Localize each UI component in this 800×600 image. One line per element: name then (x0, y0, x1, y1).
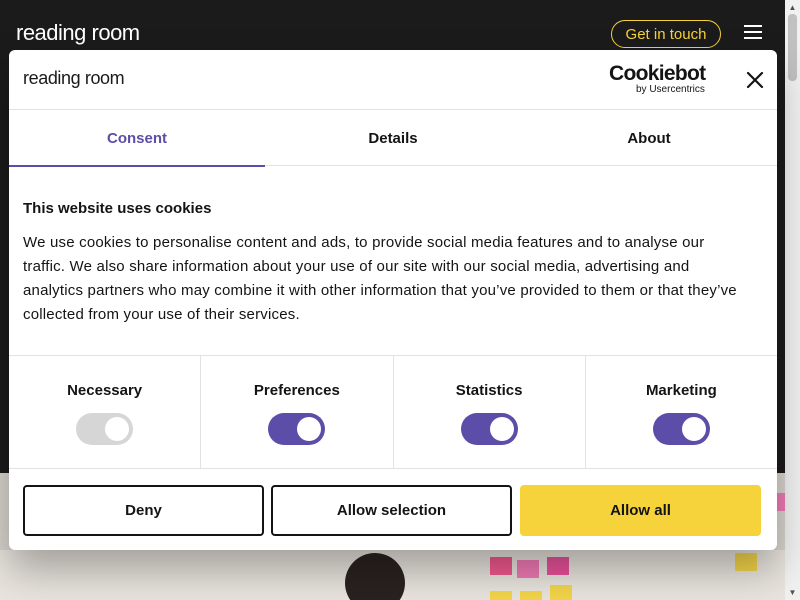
statistics-toggle[interactable] (460, 413, 518, 445)
consent-tabs: Consent Details About (9, 110, 777, 167)
cookiebot-logo[interactable]: Cookiebot by Usercentrics (609, 62, 713, 96)
site-logo[interactable]: reading room (16, 20, 140, 46)
dialog-header: reading room Cookiebot by Usercentrics (9, 50, 777, 110)
toggle-label-marketing: Marketing (645, 382, 717, 399)
hamburger-menu-icon[interactable] (744, 25, 762, 41)
allow-all-button[interactable]: Allow all (520, 485, 761, 536)
deny-button[interactable]: Deny (23, 485, 264, 536)
hero-person (345, 553, 405, 600)
consent-body: This website uses cookies We use cookies… (23, 200, 743, 327)
cookie-consent-dialog: reading room Cookiebot by Usercentrics C… (9, 50, 777, 550)
page-scrollbar[interactable]: ▲ ▼ (785, 0, 800, 600)
scroll-up-arrow-icon[interactable]: ▲ (788, 3, 797, 12)
toggle-necessary-cell: Necessary (9, 356, 202, 469)
scroll-thumb[interactable] (788, 14, 797, 81)
toggle-marketing-cell: Marketing (586, 356, 777, 469)
tab-about[interactable]: About (521, 110, 777, 166)
consent-toggles: Necessary Preferences Statistics Marketi… (9, 355, 777, 469)
marketing-toggle[interactable] (652, 413, 710, 445)
toggle-label-necessary: Necessary (67, 382, 143, 399)
toggle-statistics-cell: Statistics (394, 356, 586, 469)
allow-selection-button[interactable]: Allow selection (271, 485, 512, 536)
cookiebot-brand: Cookiebot (609, 62, 706, 85)
tab-consent[interactable]: Consent (9, 110, 265, 167)
dialog-logo: reading room (23, 68, 125, 88)
cookiebot-sub: by Usercentrics (636, 84, 705, 95)
necessary-toggle (76, 413, 134, 445)
toggle-label-preferences: Preferences (253, 382, 340, 399)
get-in-touch-button[interactable]: Get in touch (611, 20, 721, 48)
consent-buttons: Deny Allow selection Allow all (9, 468, 777, 550)
tab-details[interactable]: Details (265, 110, 521, 166)
consent-title: This website uses cookies (23, 200, 212, 217)
scroll-down-arrow-icon[interactable]: ▼ (788, 588, 797, 597)
toggle-label-statistics: Statistics (455, 382, 523, 399)
consent-text: We use cookies to personalise content an… (23, 234, 737, 323)
preferences-toggle[interactable] (268, 413, 326, 445)
close-icon[interactable] (745, 70, 765, 90)
toggle-preferences-cell: Preferences (201, 356, 394, 469)
